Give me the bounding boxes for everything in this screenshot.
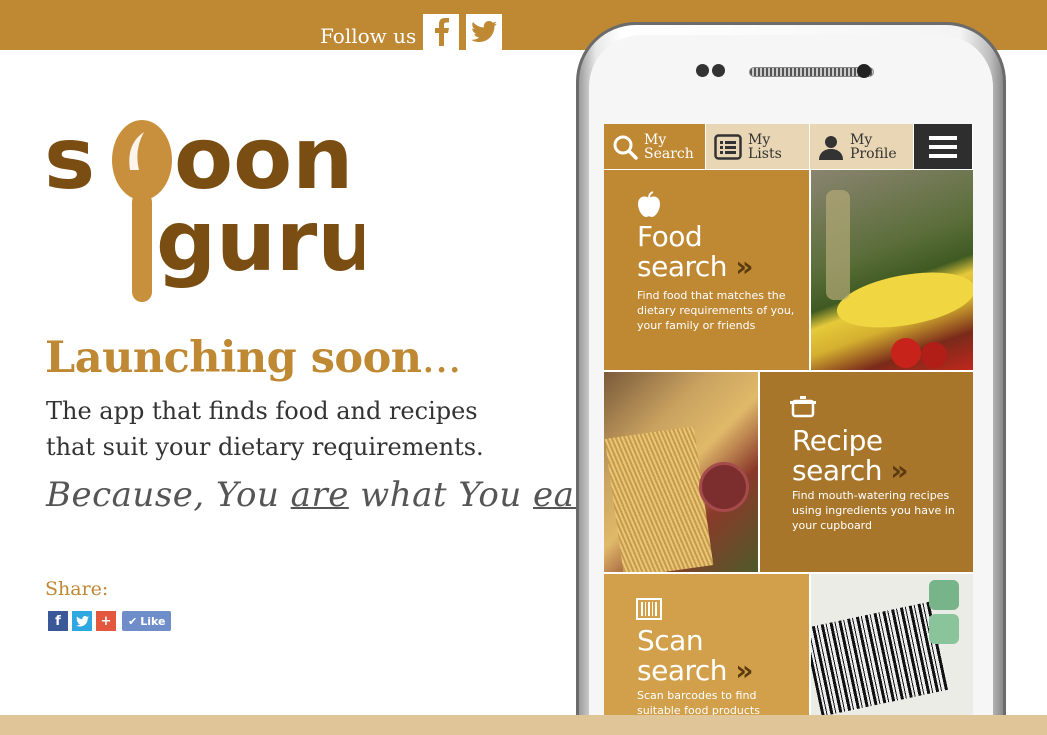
front-camera — [857, 64, 871, 78]
menu-icon — [929, 135, 957, 158]
banana-shape — [832, 263, 973, 337]
food-search-title-line2: search — [637, 250, 728, 283]
facebook-icon: f — [55, 613, 61, 629]
tab-my-lists-line1: My — [748, 131, 771, 148]
salami-shape — [699, 462, 749, 512]
like-button[interactable]: ✔ Like — [122, 611, 172, 631]
tab-my-profile-line1: My — [850, 131, 873, 148]
check-icon: ✔ — [128, 614, 138, 628]
bottom-bar — [0, 715, 1047, 735]
recipe-search-title-line2: search — [792, 454, 883, 487]
chevron-right-icon: » — [735, 250, 754, 283]
plus-icon: + — [100, 613, 112, 629]
twitter-icon — [471, 21, 497, 42]
tab-my-lists[interactable]: My Lists — [706, 124, 810, 169]
slogan-are: are — [290, 475, 349, 515]
tomato-shape — [891, 338, 921, 368]
tab-my-search-line1: My — [644, 131, 667, 148]
sensor-dot — [696, 64, 709, 77]
slogan-part-2: what You — [348, 475, 534, 515]
bottle-shape — [826, 190, 850, 300]
svg-text:s: s — [44, 110, 95, 209]
sensor-dot — [712, 64, 725, 77]
twitter-follow-button[interactable] — [466, 14, 502, 50]
svg-text:guru: guru — [156, 192, 364, 290]
phone-speaker — [749, 67, 874, 77]
launching-soon-dots: ... — [421, 333, 462, 383]
scan-search-desc: Scan barcodes to find suitable food prod… — [637, 689, 760, 715]
pasta-shape — [604, 426, 714, 572]
launching-soon-heading: Launching soon... — [45, 333, 462, 383]
recipe-search-desc: Find mouth-watering recipes using ingred… — [792, 489, 955, 532]
tab-my-profile-line2: Profile — [850, 145, 897, 162]
food-search-tile[interactable]: Food search » Find food that matches the… — [604, 170, 809, 370]
pot-icon — [790, 396, 816, 418]
menu-button[interactable] — [914, 124, 973, 169]
apple-icon — [638, 191, 660, 217]
recipe-search-title-line1: Recipe — [792, 424, 883, 457]
scan-search-title-line1: Scan — [637, 624, 704, 657]
recycle-badge — [929, 614, 959, 644]
follow-us-label: Follow us — [320, 24, 417, 48]
tab-my-lists-line2: Lists — [748, 145, 782, 162]
launching-soon-text: Launching soon — [45, 333, 422, 383]
tab-my-search[interactable]: My Search — [604, 124, 706, 169]
chevron-right-icon: » — [735, 654, 754, 687]
slogan: Because, You are what You eat! — [46, 475, 603, 515]
share-more-button[interactable]: + — [96, 611, 116, 631]
like-label: Like — [140, 614, 166, 628]
share-buttons: f + ✔ Like — [48, 611, 172, 631]
scan-search-title-line2: search — [637, 654, 728, 687]
tagline: The app that finds food and recipes that… — [46, 397, 484, 461]
search-icon — [613, 135, 638, 160]
profile-icon — [819, 135, 843, 160]
pasta-photo — [604, 372, 758, 572]
spoonguru-logo[interactable]: s oon guru — [44, 109, 377, 320]
app-nav: My Search My Lists My Profile — [604, 124, 973, 169]
tab-my-profile[interactable]: My Profile — [810, 124, 914, 169]
chevron-right-icon: » — [890, 454, 909, 487]
facebook-follow-button[interactable] — [423, 14, 459, 50]
groceries-photo — [811, 170, 973, 370]
food-search-desc: Find food that matches the dietary requi… — [637, 289, 795, 332]
share-facebook-button[interactable]: f — [48, 611, 68, 631]
recycle-badge — [929, 580, 959, 610]
app-screen: My Search My Lists My Profile Food search »… — [604, 124, 973, 715]
scan-search-tile[interactable]: Scan search » Scan barcodes to find suit… — [604, 574, 809, 715]
share-label: Share: — [45, 578, 109, 600]
facebook-icon — [435, 18, 449, 46]
tab-my-search-line2: Search — [644, 145, 694, 162]
tomato-shape — [921, 342, 947, 368]
list-icon — [714, 133, 742, 160]
food-search-title-line1: Food — [637, 220, 703, 253]
slogan-part-1: Because, You — [46, 475, 291, 515]
twitter-icon — [75, 615, 89, 626]
barcode-photo — [811, 574, 973, 715]
recipe-search-tile[interactable]: Recipe search » Find mouth-watering reci… — [760, 372, 973, 572]
barcode-icon — [636, 598, 662, 620]
share-twitter-button[interactable] — [72, 611, 92, 631]
